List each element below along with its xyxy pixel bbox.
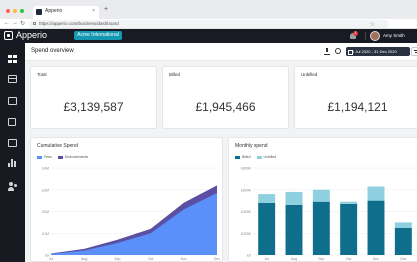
- brand-name: Apperio: [16, 30, 48, 40]
- bar-billed: [394, 227, 412, 255]
- minimize-window-button[interactable]: [13, 9, 17, 13]
- x-tick-label: Dec: [214, 257, 220, 261]
- kpi-label: Billed: [169, 72, 181, 77]
- stack-icon[interactable]: [8, 97, 17, 105]
- receipt-icon[interactable]: [8, 118, 16, 126]
- url-field[interactable]: https://apperio.com/business/dashboard ☆: [29, 20, 389, 28]
- kpi-value: £3,139,587: [63, 100, 124, 114]
- x-tick-label: Oct: [346, 257, 351, 261]
- reload-icon[interactable]: ↻: [20, 20, 25, 27]
- app-header: Apperio Acme International 1 Amy Smith: [0, 29, 417, 43]
- bar-unbilled: [258, 194, 276, 203]
- kpi-value: £1,945,466: [195, 100, 256, 114]
- y-tick-label: £0: [247, 254, 251, 258]
- users-icon[interactable]: [8, 182, 17, 191]
- bookmark-star-icon[interactable]: ☆: [370, 21, 375, 28]
- y-tick-label: £3M: [42, 188, 49, 192]
- kpi-card-billed: Billed £1,945,466: [162, 66, 289, 129]
- apperio-logo-icon: [4, 31, 13, 40]
- y-tick-label: £400K: [241, 210, 252, 214]
- toolbar: Spend overview 1 Jul 2020 - 31 Dec 2020: [25, 43, 417, 61]
- bar-unbilled: [394, 222, 412, 228]
- date-range-picker[interactable]: 1 Jul 2020 - 31 Dec 2020: [346, 47, 410, 56]
- forward-icon[interactable]: →: [12, 20, 18, 26]
- card-icon[interactable]: [8, 75, 17, 83]
- x-tick-label: Sep: [318, 257, 324, 261]
- new-tab-button[interactable]: +: [104, 6, 108, 13]
- x-tick-label: Jul: [264, 257, 269, 261]
- y-tick-label: £4M: [42, 167, 49, 171]
- gear-icon[interactable]: [335, 48, 341, 54]
- y-tick-label: £800K: [241, 167, 252, 171]
- kpi-value: £1,194,121: [327, 100, 388, 114]
- url-text: https://apperio.com/business/dashboard: [39, 21, 119, 26]
- bar-billed: [258, 202, 276, 255]
- maximize-window-button[interactable]: [20, 9, 24, 13]
- chart-icon[interactable]: [8, 159, 17, 167]
- x-tick-label: Aug: [291, 257, 297, 261]
- header-divider: [365, 32, 366, 40]
- dashboard-icon[interactable]: [8, 55, 17, 63]
- y-tick-label: £2M: [42, 210, 49, 214]
- y-tick-label: £200K: [241, 232, 252, 236]
- cumulative-spend-chart: £0£1M£2M£3M£4MJul Aug Sep Oct Nov Dec: [42, 167, 220, 262]
- x-tick-label: Nov: [373, 257, 379, 261]
- browser-tab[interactable]: Apperio ×: [33, 6, 99, 19]
- notification-badge: 1: [353, 31, 358, 36]
- back-icon[interactable]: ←: [4, 20, 10, 26]
- kpi-card-total: Total £3,139,587: [30, 66, 157, 129]
- kpi-card-unbilled: Unbilled £1,194,121: [294, 66, 417, 129]
- page-title: Spend overview: [31, 48, 74, 54]
- monthly-spend-card: Monthly spend Billed Unbilled £0 £200K £40…: [228, 137, 417, 262]
- kpi-label: Unbilled: [301, 72, 318, 77]
- y-tick-label: £1M: [42, 232, 49, 236]
- filter-button[interactable]: [411, 47, 417, 56]
- main-content: Spend overview 1 Jul 2020 - 31 Dec 2020 …: [25, 43, 417, 262]
- monthly-spend-chart: £0 £200K £400K £600K £800K Jul Aug Sep Oct Nov Dec: [241, 167, 417, 261]
- x-tick-label: Oct: [148, 257, 153, 261]
- calendar-icon[interactable]: [8, 139, 17, 147]
- avatar[interactable]: [370, 31, 380, 41]
- kpi-label: Total: [37, 72, 47, 77]
- browser-tab-bar: Apperio × +: [0, 0, 417, 19]
- x-tick-label: Dec: [400, 257, 406, 261]
- tab-close-icon[interactable]: ×: [92, 8, 95, 14]
- lock-icon: [33, 22, 36, 25]
- user-name[interactable]: Amy Smith: [383, 33, 405, 38]
- y-tick-label: £600K: [241, 188, 252, 192]
- apperio-favicon-icon: [36, 9, 42, 15]
- bar-billed: [312, 201, 330, 255]
- cumulative-spend-card: Cumulative Spend Fees Disbursements £0 £1…: [30, 137, 223, 262]
- tab-title: Apperio: [45, 8, 63, 14]
- bar-billed: [340, 203, 358, 255]
- company-selector-button[interactable]: Acme International: [74, 31, 122, 40]
- x-tick-label: Aug: [81, 257, 87, 261]
- x-tick-label: Nov: [181, 257, 187, 261]
- download-icon[interactable]: [324, 48, 330, 55]
- bar-billed: [367, 200, 385, 255]
- bar-unbilled: [285, 191, 303, 205]
- bar-billed: [285, 204, 303, 255]
- close-window-button[interactable]: [6, 9, 10, 13]
- bar-unbilled: [340, 201, 358, 204]
- x-tick-label: Jul: [49, 257, 54, 261]
- sidebar: [0, 43, 25, 262]
- address-bar: ← → ↻ https://apperio.com/business/dashb…: [0, 19, 417, 29]
- x-tick-label: Sep: [114, 257, 120, 261]
- bar-unbilled: [312, 189, 330, 202]
- bar-unbilled: [367, 186, 385, 201]
